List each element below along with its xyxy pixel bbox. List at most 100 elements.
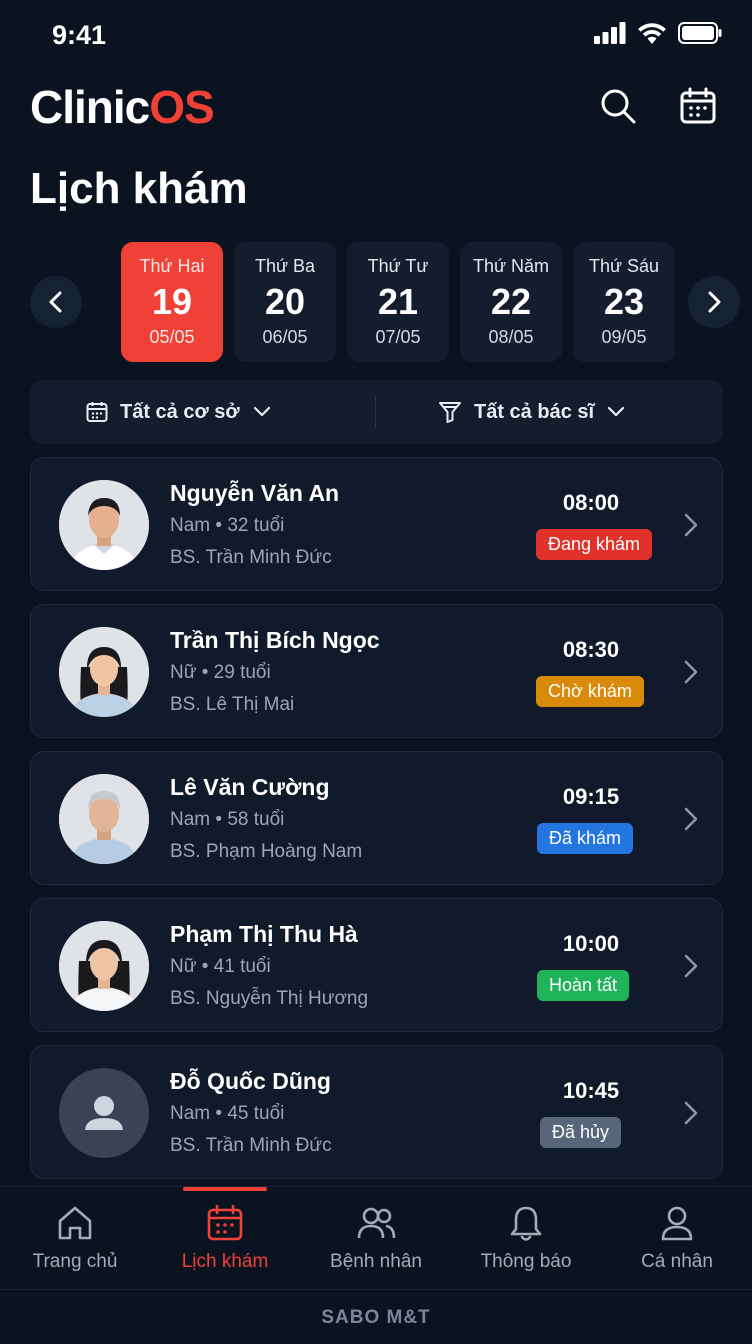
avatar bbox=[59, 921, 149, 1011]
user-icon bbox=[661, 1206, 693, 1241]
day-number: 23 bbox=[603, 281, 645, 322]
tab-patients[interactable]: Bệnh nhân bbox=[301, 1187, 451, 1289]
doctor-name: BS. Trần Minh Đức bbox=[170, 547, 332, 568]
chevron-right-icon bbox=[684, 513, 698, 537]
wifi-icon bbox=[638, 23, 666, 44]
patient-photo-icon bbox=[59, 627, 149, 717]
doctor-name: BS. Lê Thị Mai bbox=[170, 694, 295, 715]
appointment-card[interactable]: Trần Thị Bích Ngọc Nữ • 29 tuổi BS. Lê T… bbox=[30, 604, 723, 738]
appointment-time: 08:00 bbox=[562, 490, 620, 515]
chevron-right-icon bbox=[684, 660, 698, 684]
doctor-name: BS. Phạm Hoàng Nam bbox=[170, 841, 363, 862]
day-name: Thứ Hai bbox=[139, 256, 205, 276]
page-title: Lịch khám bbox=[30, 164, 248, 213]
appointment-card[interactable]: Nguyễn Văn An Nam • 32 tuổi BS. Trần Min… bbox=[30, 457, 723, 591]
calendar-icon bbox=[207, 1204, 243, 1241]
doctor-filter[interactable]: Tất cả bác sĩ bbox=[438, 380, 626, 444]
day-date: 05/05 bbox=[149, 327, 195, 347]
day-name: Thứ Sáu bbox=[588, 256, 660, 276]
status-badge: Đã hủy bbox=[540, 1117, 622, 1148]
calendar-icon bbox=[680, 87, 716, 124]
appointment-card[interactable]: Đỗ Quốc Dũng Nam • 45 tuổi BS. Trần Minh… bbox=[30, 1045, 723, 1179]
tab-profile[interactable]: Cá nhân bbox=[602, 1187, 752, 1289]
bottom-nav: Trang chủ Lịch khám Bệnh nhân Thông báo bbox=[0, 1186, 752, 1288]
status-badge: Đang khám bbox=[536, 529, 653, 560]
search-icon bbox=[601, 89, 636, 124]
calendar-button[interactable] bbox=[676, 84, 720, 128]
chevron-right-icon bbox=[684, 807, 698, 831]
users-icon bbox=[357, 1207, 396, 1239]
home-icon bbox=[58, 1206, 92, 1240]
next-week-button[interactable] bbox=[688, 276, 740, 328]
patient-info: Nam • 58 tuổi bbox=[170, 809, 285, 830]
logo-os: OS bbox=[149, 81, 214, 133]
chevron-left-icon bbox=[49, 291, 62, 313]
avatar bbox=[59, 627, 149, 717]
appointment-time: 10:00 bbox=[562, 931, 620, 956]
chevron-down-icon bbox=[607, 406, 625, 417]
signal-icon bbox=[594, 22, 626, 44]
day-card-wednesday[interactable]: Thứ Tư 21 07/05 bbox=[347, 242, 449, 362]
day-number: 22 bbox=[490, 281, 532, 322]
footer-brand: SABO M&T bbox=[0, 1289, 752, 1344]
chevron-down-icon bbox=[253, 406, 270, 417]
day-card-thursday[interactable]: Thứ Năm 22 08/05 bbox=[460, 242, 562, 362]
tab-home[interactable]: Trang chủ bbox=[0, 1187, 150, 1289]
day-number: 19 bbox=[151, 281, 193, 322]
day-number: 21 bbox=[377, 281, 419, 322]
patient-photo-icon bbox=[59, 774, 149, 864]
tab-label: Thông báo bbox=[480, 1251, 572, 1272]
day-name: Thứ Tư bbox=[367, 256, 429, 276]
patient-photo-icon bbox=[59, 921, 149, 1011]
patient-name: Trần Thị Bích Ngọc bbox=[170, 627, 380, 653]
patient-info: Nam • 45 tuổi bbox=[170, 1103, 285, 1124]
day-number: 20 bbox=[264, 281, 306, 322]
tab-label: Bệnh nhân bbox=[330, 1251, 422, 1272]
filter-icon bbox=[439, 402, 461, 423]
day-card-monday[interactable]: Thứ Hai 19 05/05 bbox=[121, 242, 223, 362]
prev-week-button[interactable] bbox=[30, 276, 82, 328]
calendar-icon bbox=[86, 402, 108, 422]
logo: ClinicOS bbox=[30, 80, 215, 134]
filter-divider bbox=[375, 396, 376, 428]
chevron-right-icon bbox=[684, 1101, 698, 1125]
bell-icon bbox=[510, 1206, 542, 1241]
day-name: Thứ Năm bbox=[472, 256, 550, 276]
patient-name: Lê Văn Cường bbox=[170, 774, 330, 800]
day-card-friday[interactable]: Thứ Sáu 23 09/05 bbox=[573, 242, 675, 362]
status-bar: 9:41 bbox=[0, 0, 752, 70]
doctor-name: BS. Trần Minh Đức bbox=[170, 1135, 332, 1156]
filter-bar: Tất cả cơ sở Tất cả bác sĩ bbox=[30, 380, 723, 444]
logo-clinic: Clinic bbox=[30, 81, 150, 133]
search-button[interactable] bbox=[596, 84, 640, 128]
tab-label: Lịch khám bbox=[181, 1251, 269, 1272]
tab-schedule[interactable]: Lịch khám bbox=[150, 1187, 300, 1289]
tab-notifications[interactable]: Thông báo bbox=[451, 1187, 601, 1289]
avatar bbox=[59, 774, 149, 864]
chevron-right-icon bbox=[708, 291, 721, 313]
day-date: 08/05 bbox=[488, 327, 534, 347]
appointment-time: 09:15 bbox=[562, 784, 620, 809]
week-navigator: Thứ Hai 19 05/05 Thứ Ba 20 06/05 Thứ Tư … bbox=[0, 240, 752, 364]
user-placeholder-icon bbox=[85, 1096, 123, 1130]
doctor-name: BS. Nguyễn Thị Hương bbox=[170, 988, 369, 1009]
chevron-right-icon bbox=[684, 954, 698, 978]
battery-icon bbox=[678, 22, 722, 44]
patient-name: Đỗ Quốc Dũng bbox=[170, 1068, 331, 1094]
tab-label: Cá nhân bbox=[641, 1251, 713, 1272]
day-date: 07/05 bbox=[375, 327, 421, 347]
patient-info: Nữ • 29 tuổi bbox=[170, 662, 271, 683]
appointment-card[interactable]: Lê Văn Cường Nam • 58 tuổi BS. Phạm Hoàn… bbox=[30, 751, 723, 885]
day-card-tuesday[interactable]: Thứ Ba 20 06/05 bbox=[234, 242, 336, 362]
status-badge: Hoàn tất bbox=[537, 970, 630, 1001]
app-header: ClinicOS bbox=[0, 70, 752, 142]
doctor-filter-label: Tất cả bác sĩ bbox=[474, 400, 595, 423]
appointment-card[interactable]: Phạm Thị Thu Hà Nữ • 41 tuổi BS. Nguyễn … bbox=[30, 898, 723, 1032]
tab-label: Trang chủ bbox=[32, 1251, 118, 1272]
appointment-time: 08:30 bbox=[562, 637, 620, 662]
facility-filter[interactable]: Tất cả cơ sở bbox=[86, 380, 272, 444]
avatar-placeholder bbox=[59, 1068, 149, 1158]
avatar bbox=[59, 480, 149, 570]
patient-name: Phạm Thị Thu Hà bbox=[170, 921, 358, 947]
status-icons bbox=[594, 22, 722, 44]
